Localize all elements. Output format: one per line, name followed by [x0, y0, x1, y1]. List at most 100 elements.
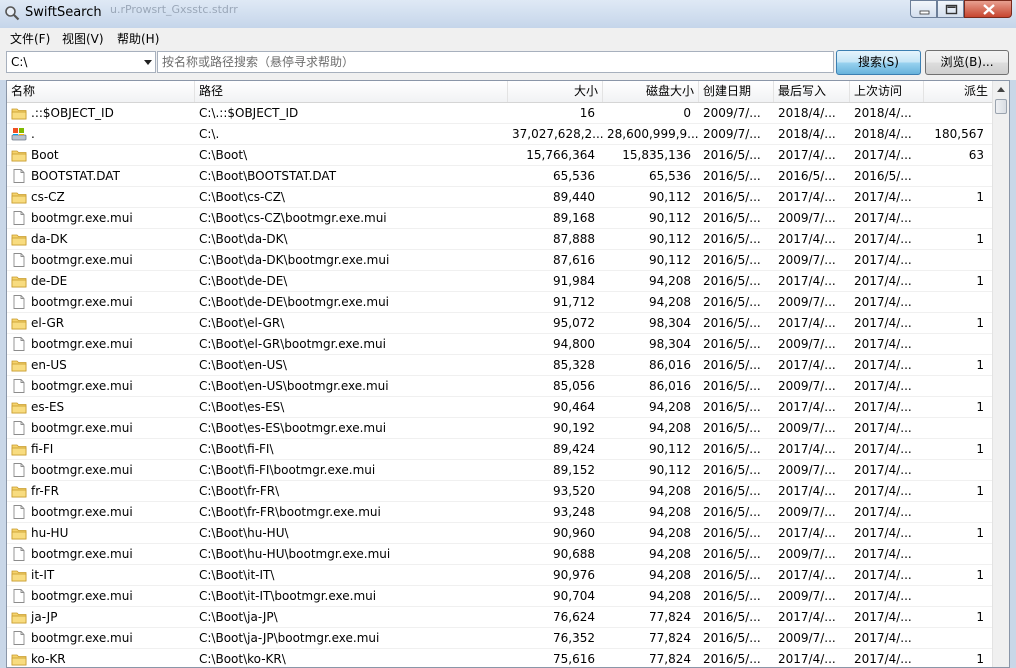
column-header-written[interactable]: 最后写入 — [774, 81, 850, 102]
cell-name: Boot — [7, 145, 195, 165]
column-header-created[interactable]: 创建日期 — [699, 81, 774, 102]
cell-size: 90,960 — [553, 526, 595, 540]
drive-select[interactable]: C:\ — [6, 51, 156, 73]
cell-written: 2017/4/... — [778, 484, 836, 498]
table-row[interactable]: da-DK C:\Boot\da-DK\ 87,888 90,112 2016/5/..… — [7, 229, 992, 250]
cell-descendants: 1 — [976, 526, 984, 540]
close-button[interactable] — [964, 0, 1012, 18]
column-header-path[interactable]: 路径 — [195, 81, 508, 102]
table-row[interactable]: bootmgr.exe.mui C:\Boot\hu-HU\bootmgr.exe… — [7, 544, 992, 565]
column-header-disk-size[interactable]: 磁盘大小 — [603, 81, 699, 102]
cell-disk-size: 77,824 — [649, 610, 691, 624]
minimize-icon — [919, 10, 930, 15]
scrollbar-thumb[interactable] — [995, 99, 1007, 114]
table-row[interactable]: hu-HU C:\Boot\hu-HU\ 90,960 94,208 2016/5/..… — [7, 523, 992, 544]
menu-file[interactable]: 文件(F) — [10, 30, 50, 47]
menu-bar: 文件(F) 视图(V) 帮助(H) — [0, 28, 1016, 49]
search-button[interactable]: 搜索(S) — [836, 50, 921, 75]
cell-size: 90,704 — [553, 589, 595, 603]
table-row[interactable]: bootmgr.exe.mui C:\Boot\de-DE\bootmgr.exe… — [7, 292, 992, 313]
table-row[interactable]: bootmgr.exe.mui C:\Boot\ja-JP\bootmgr.exe… — [7, 628, 992, 649]
close-icon — [983, 4, 995, 15]
cell-accessed: 2017/4/... — [854, 274, 912, 288]
column-header-name[interactable]: 名称 — [7, 81, 195, 102]
cell-name: bootmgr.exe.mui — [7, 208, 195, 228]
search-input[interactable] — [162, 53, 822, 71]
cell-created: 2016/5/... — [703, 421, 761, 435]
cell-disk-size: 77,824 — [649, 631, 691, 645]
cell-path: C:\. — [199, 127, 220, 141]
cell-size: 90,464 — [553, 400, 595, 414]
table-row[interactable]: el-GR C:\Boot\el-GR\ 95,072 98,304 2016/5/..… — [7, 313, 992, 334]
table-row[interactable]: ja-JP C:\Boot\ja-JP\ 76,624 77,824 2016/5/..… — [7, 607, 992, 628]
column-header-descendants[interactable]: 派生 — [924, 81, 992, 102]
browse-button[interactable]: 浏览(B)... — [925, 50, 1009, 75]
cell-path: C:\Boot\fr-FR\bootmgr.exe.mui — [199, 505, 381, 519]
column-header-size[interactable]: 大小 — [508, 81, 603, 102]
cell-accessed: 2017/4/... — [854, 316, 912, 330]
table-row[interactable]: it-IT C:\Boot\it-IT\ 90,976 94,208 2016/5/..… — [7, 565, 992, 586]
table-row[interactable]: . C:\. 37,027,628,2... 28,600,999,9... 2009/… — [7, 124, 992, 145]
table-row[interactable]: bootmgr.exe.mui C:\Boot\fr-FR\bootmgr.exe… — [7, 502, 992, 523]
menu-view[interactable]: 视图(V) — [62, 30, 104, 47]
cell-name-text: fr-FR — [31, 484, 59, 498]
cell-disk-size: 94,208 — [649, 400, 691, 414]
cell-disk-size: 90,112 — [649, 442, 691, 456]
table-row[interactable]: ko-KR C:\Boot\ko-KR\ 75,616 77,824 2016/5/..… — [7, 649, 992, 667]
cell-size: 15,766,364 — [526, 148, 595, 162]
table-row[interactable]: BOOTSTAT.DAT C:\Boot\BOOTSTAT.DAT 65,536 65… — [7, 166, 992, 187]
folder-icon — [11, 528, 27, 540]
cell-size: 90,688 — [553, 547, 595, 561]
table-row[interactable]: .::$OBJECT_ID C:\.::$OBJECT_ID 16 0 2009/7/.… — [7, 103, 992, 124]
table-row[interactable]: bootmgr.exe.mui C:\Boot\en-US\bootmgr.exe… — [7, 376, 992, 397]
cell-path: C:\Boot\en-US\bootmgr.exe.mui — [199, 379, 389, 393]
cell-name-text: bootmgr.exe.mui — [31, 421, 133, 435]
vertical-scrollbar[interactable] — [992, 81, 1009, 667]
scroll-up-icon[interactable] — [993, 81, 1009, 98]
cell-size: 90,192 — [553, 421, 595, 435]
cell-accessed: 2017/4/... — [854, 631, 912, 645]
search-box — [157, 51, 834, 73]
table-row[interactable]: bootmgr.exe.mui C:\Boot\es-ES\bootmgr.exe… — [7, 418, 992, 439]
table-row[interactable]: fi-FI C:\Boot\fi-FI\ 89,424 90,112 2016/5/..… — [7, 439, 992, 460]
cell-accessed: 2017/4/... — [854, 442, 912, 456]
cell-name: cs-CZ — [7, 187, 195, 207]
cell-descendants: 180,567 — [934, 127, 984, 141]
cell-path: C:\Boot\de-DE\bootmgr.exe.mui — [199, 295, 390, 309]
table-row[interactable]: de-DE C:\Boot\de-DE\ 91,984 94,208 2016/5/..… — [7, 271, 992, 292]
table-row[interactable]: bootmgr.exe.mui C:\Boot\cs-CZ\bootmgr.exe… — [7, 208, 992, 229]
menu-help[interactable]: 帮助(H) — [117, 30, 159, 47]
cell-name-text: fi-FI — [31, 442, 54, 456]
table-row[interactable]: bootmgr.exe.mui C:\Boot\el-GR\bootmgr.exe… — [7, 334, 992, 355]
minimize-button[interactable] — [910, 0, 937, 18]
maximize-button[interactable] — [937, 0, 964, 18]
table-row[interactable]: fr-FR C:\Boot\fr-FR\ 93,520 94,208 2016/5/..… — [7, 481, 992, 502]
column-header-accessed[interactable]: 上次访问 — [850, 81, 924, 102]
cell-accessed: 2017/4/... — [854, 358, 912, 372]
cell-size: 89,168 — [553, 211, 595, 225]
folder-icon — [11, 360, 27, 372]
table-row[interactable]: Boot C:\Boot\ 15,766,364 15,835,136 2016/5/.… — [7, 145, 992, 166]
cell-path: C:\Boot\da-DK\bootmgr.exe.mui — [199, 253, 390, 267]
cell-path: C:\Boot\ja-JP\bootmgr.exe.mui — [199, 631, 380, 645]
cell-created: 2016/5/... — [703, 484, 761, 498]
table-row[interactable]: en-US C:\Boot\en-US\ 85,328 86,016 2016/5/..… — [7, 355, 992, 376]
cell-name: BOOTSTAT.DAT — [7, 166, 195, 186]
table-row[interactable]: es-ES C:\Boot\es-ES\ 90,464 94,208 2016/5/..… — [7, 397, 992, 418]
cell-written: 2018/4/... — [778, 106, 836, 120]
table-row[interactable]: bootmgr.exe.mui C:\Boot\it-IT\bootmgr.exe… — [7, 586, 992, 607]
cell-name-text: bootmgr.exe.mui — [31, 295, 133, 309]
cell-descendants — [924, 103, 992, 123]
cell-disk-size: 90,112 — [649, 232, 691, 246]
cell-written: 2009/7/... — [778, 337, 836, 351]
table-row[interactable]: cs-CZ C:\Boot\cs-CZ\ 89,440 90,112 2016/5/..… — [7, 187, 992, 208]
table-row[interactable]: bootmgr.exe.mui C:\Boot\da-DK\bootmgr.exe… — [7, 250, 992, 271]
file-icon — [13, 253, 25, 267]
cell-accessed: 2018/4/... — [854, 106, 912, 120]
search-toolbar: C:\ 搜索(S) 浏览(B)... — [0, 48, 1016, 80]
title-bar: SwiftSearch u.rProwsrt_Gxsstc.stdrr — [0, 0, 1016, 28]
table-row[interactable]: bootmgr.exe.mui C:\Boot\fi-FI\bootmgr.exe… — [7, 460, 992, 481]
cell-disk-size: 0 — [683, 106, 691, 120]
cell-disk-size: 94,208 — [649, 484, 691, 498]
cell-size: 93,248 — [553, 505, 595, 519]
